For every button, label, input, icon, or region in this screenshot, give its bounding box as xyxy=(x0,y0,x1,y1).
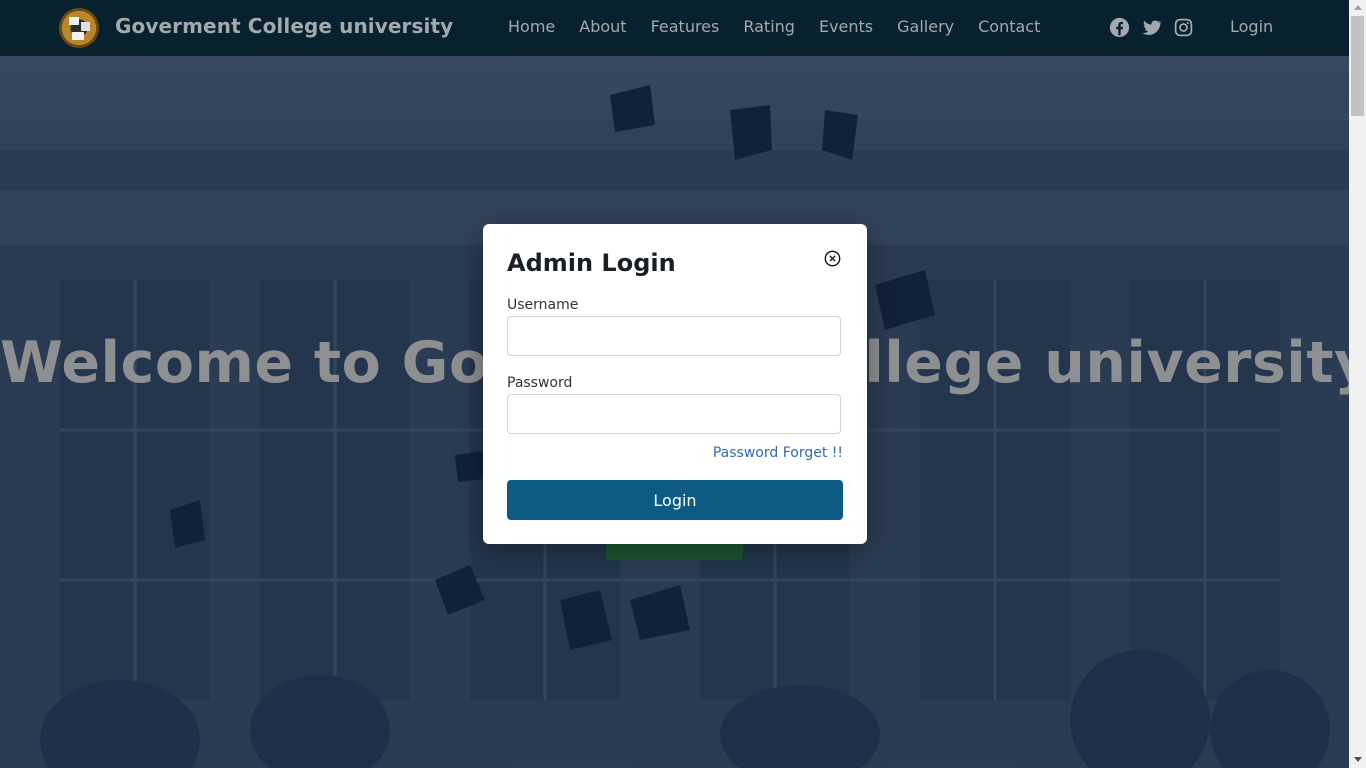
college-logo[interactable] xyxy=(59,8,99,48)
password-forget-link[interactable]: Password Forget !! xyxy=(713,445,843,461)
scroll-down-arrow-icon[interactable] xyxy=(1354,757,1362,762)
login-submit-button[interactable]: Login xyxy=(507,480,843,520)
instagram-icon[interactable] xyxy=(1173,17,1194,38)
close-circle-icon[interactable] xyxy=(824,250,841,267)
nav-link-home[interactable]: Home xyxy=(508,17,555,36)
username-label: Username xyxy=(507,297,579,313)
nav-link-gallery[interactable]: Gallery xyxy=(897,17,954,36)
admin-login-modal: Admin Login Username Password Password F… xyxy=(483,224,867,544)
modal-title: Admin Login xyxy=(507,249,676,277)
nav-link-features[interactable]: Features xyxy=(651,17,720,36)
nav-link-rating[interactable]: Rating xyxy=(743,17,795,36)
nav-menu: Home About Features Rating Events Galler… xyxy=(508,17,1064,36)
scrollbar-thumb[interactable] xyxy=(1351,16,1364,116)
password-input[interactable] xyxy=(507,394,841,434)
scroll-up-arrow-icon[interactable] xyxy=(1354,5,1362,10)
facebook-icon[interactable] xyxy=(1109,17,1130,38)
nav-link-about[interactable]: About xyxy=(579,17,626,36)
nav-login-link[interactable]: Login xyxy=(1230,17,1273,36)
username-input[interactable] xyxy=(507,316,841,356)
twitter-icon[interactable] xyxy=(1141,17,1162,38)
password-label: Password xyxy=(507,375,573,391)
nav-link-contact[interactable]: Contact xyxy=(978,17,1040,36)
brand-name[interactable]: Goverment College university xyxy=(115,14,453,38)
nav-link-events[interactable]: Events xyxy=(819,17,873,36)
page-scrollbar[interactable] xyxy=(1349,0,1366,768)
top-navbar: Goverment College university Home About … xyxy=(0,0,1349,56)
